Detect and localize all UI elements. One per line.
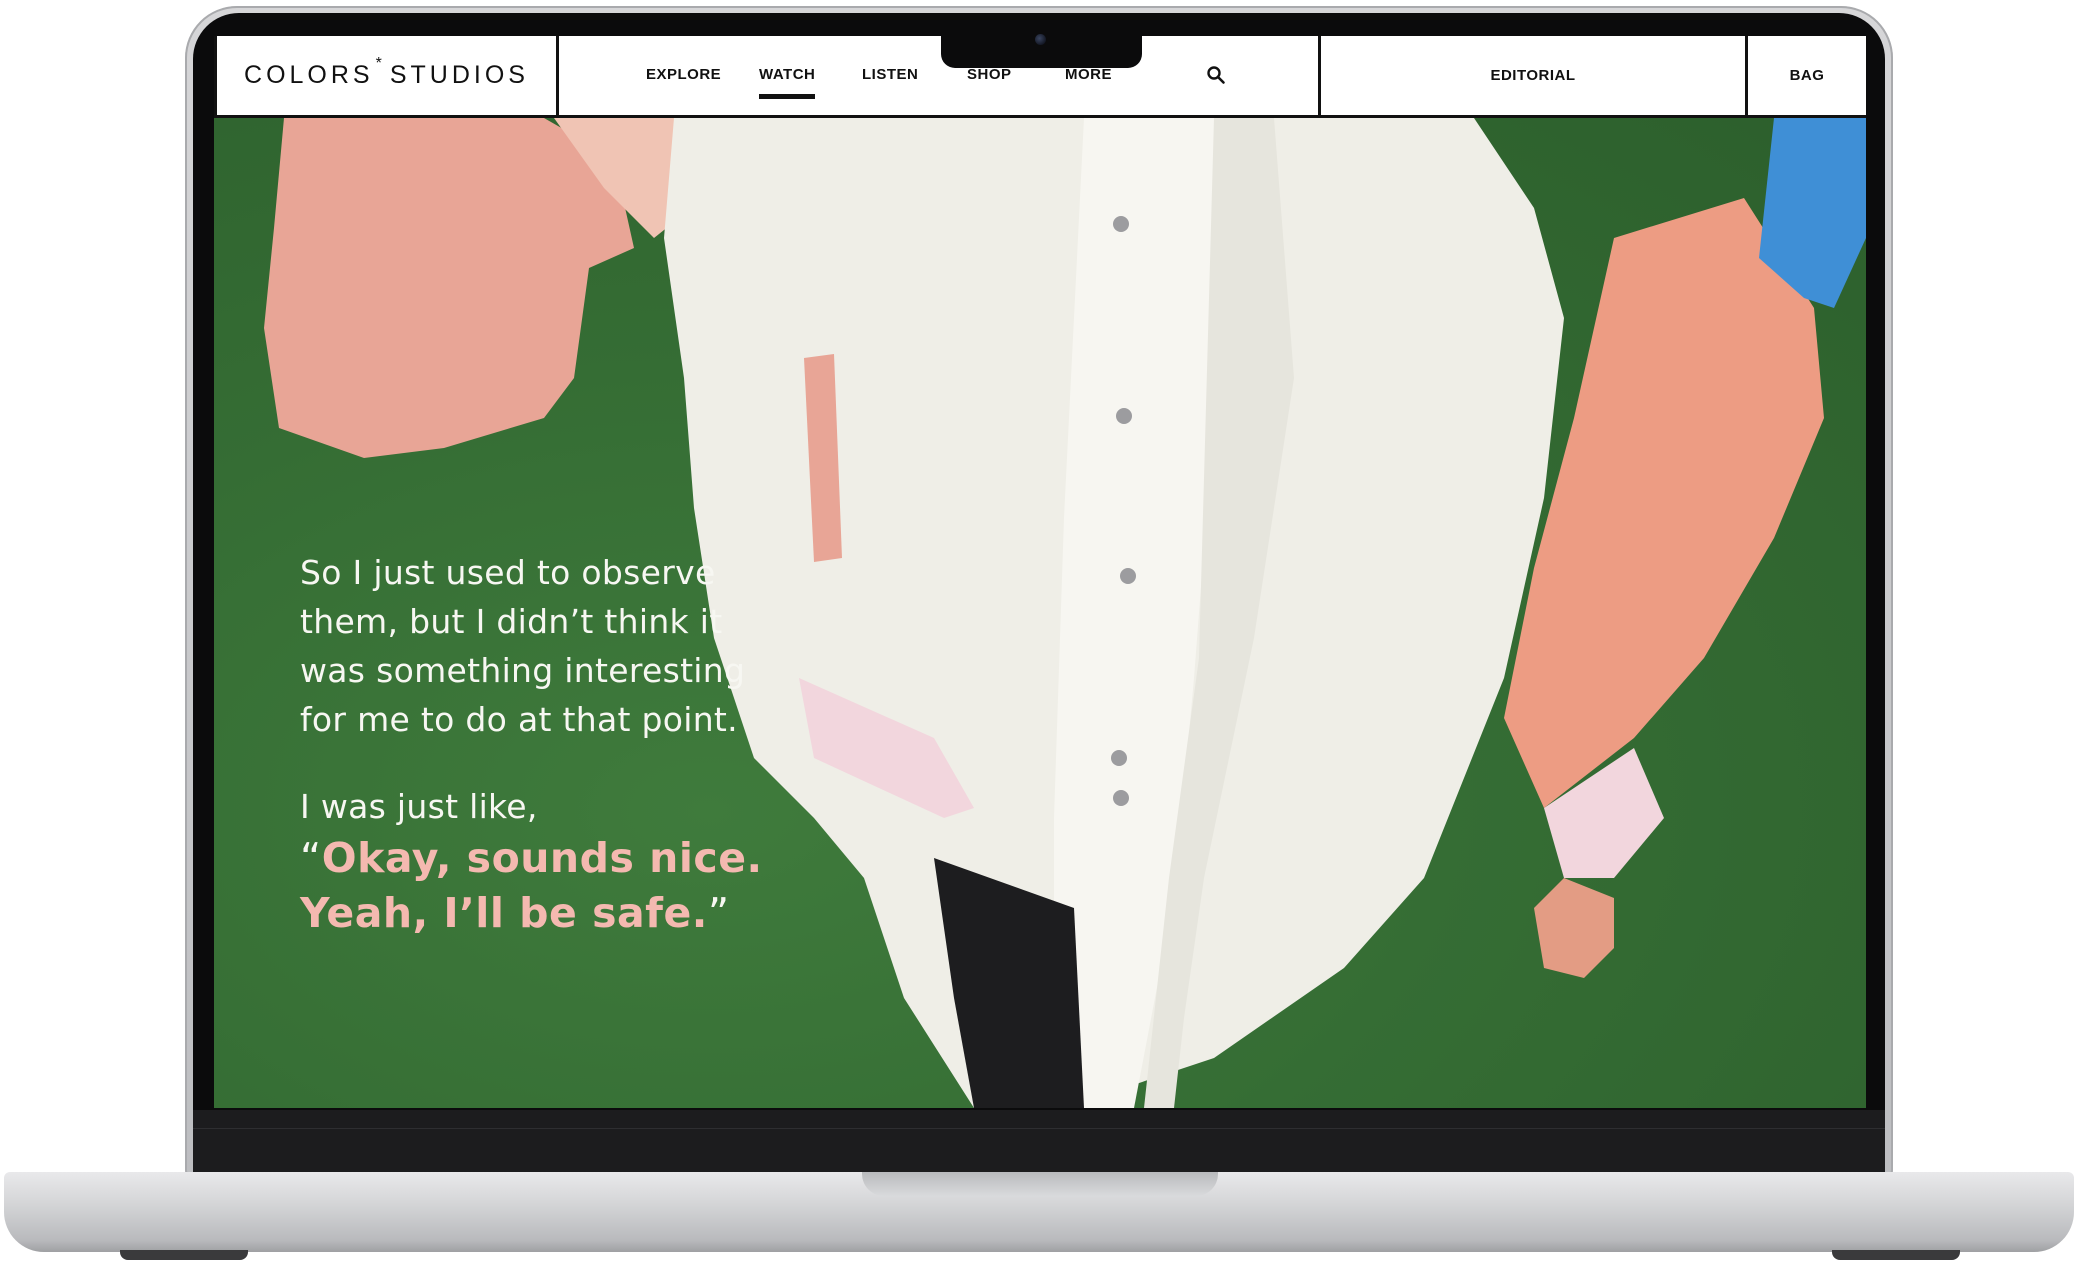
quote-line: So I just used to observe <box>300 553 716 592</box>
laptop-foot-left <box>120 1250 248 1260</box>
quote-line: for me to do at that point. <box>300 700 738 739</box>
logo-star: * <box>375 55 386 72</box>
quote-line: was something interesting <box>300 651 746 690</box>
nav-explore[interactable]: EXPLORE <box>646 66 721 83</box>
search-icon[interactable] <box>1206 65 1226 85</box>
main-nav: EXPLORE WATCH LISTEN SHOP MORE <box>559 36 1318 115</box>
nav-watch[interactable]: WATCH <box>759 66 816 99</box>
browser-viewport: COLORS * STUDIOS EXPLORE WATCH LISTEN SH… <box>214 36 1866 1108</box>
highlight-text: Okay, sounds nice. <box>321 834 763 882</box>
quote-highlight-line-2: Yeah, I’ll be safe.” <box>300 886 860 941</box>
logo-text-left: COLORS <box>244 61 374 89</box>
hero-section: So I just used to observe them, but I di… <box>214 118 1866 1108</box>
nav-shop[interactable]: SHOP <box>967 66 1012 83</box>
hand <box>1534 878 1614 978</box>
quote-lead-in: I was just like, <box>300 787 538 826</box>
main-nav-cell: EXPLORE WATCH LISTEN SHOP MORE <box>559 36 1321 115</box>
lid-opening-notch <box>862 1172 1218 1196</box>
quote-highlight-line-1: “Okay, sounds nice. <box>300 831 860 886</box>
quote-spacer <box>300 744 860 782</box>
editorial-link[interactable]: EDITORIAL <box>1490 67 1575 84</box>
camera-icon <box>1035 34 1046 45</box>
laptop-foot-right <box>1832 1250 1960 1260</box>
pull-quote: So I just used to observe them, but I di… <box>300 548 860 941</box>
nav-more[interactable]: MORE <box>1065 66 1112 83</box>
editorial-cell: EDITORIAL <box>1321 36 1748 115</box>
open-quote-mark: “ <box>300 834 322 882</box>
quote-line: them, but I didn’t think it <box>300 602 723 641</box>
chin-divider <box>193 1128 1885 1129</box>
screen-chin <box>193 1110 1885 1173</box>
pink-sleeve-left <box>264 118 634 458</box>
nav-listen[interactable]: LISTEN <box>862 66 918 83</box>
bag-cell: BAG <box>1748 36 1866 115</box>
close-quote-mark: ” <box>707 889 730 937</box>
logo-text-right: STUDIOS <box>389 61 529 89</box>
laptop-mockup: COLORS * STUDIOS EXPLORE WATCH LISTEN SH… <box>0 0 2078 1264</box>
highlight-text: Yeah, I’ll be safe. <box>300 889 708 937</box>
logo-cell[interactable]: COLORS * STUDIOS <box>214 36 559 115</box>
bag-link[interactable]: BAG <box>1790 67 1825 84</box>
site-logo[interactable]: COLORS * STUDIOS <box>244 55 529 90</box>
